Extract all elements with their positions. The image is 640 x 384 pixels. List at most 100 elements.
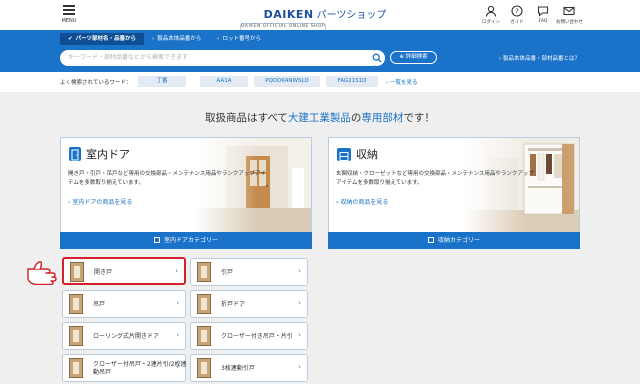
page-headline: 取扱商品はすべて大建工業製品の専用部材です！ (0, 110, 640, 125)
advanced-search-label: 詳細検索 (405, 54, 428, 60)
subcategory-rolling-door[interactable]: ローリング式片開きドア › (62, 322, 186, 350)
header-icons: ログイン ? ガイド FAQ お問い合わせ (478, 5, 583, 25)
chevron-right-icon: › (175, 267, 178, 275)
card-title: 収納 (337, 146, 378, 162)
subcategory-label: 3枚連動引戸 (221, 365, 255, 372)
svg-text:?: ? (515, 8, 519, 16)
collapse-icon (153, 237, 160, 243)
storage-icon (337, 147, 351, 161)
see-all-label: 一覧を見る (389, 80, 418, 86)
tab-product-number[interactable]: › 製品本体品番から (144, 33, 209, 45)
category-toggle-interior-door[interactable]: 室内ドアカテゴリー (60, 232, 312, 249)
contact-button[interactable]: お問い合わせ (556, 5, 583, 25)
subcategory-closer-hanging-door[interactable]: クローザー付き吊戸・片引 › (190, 322, 308, 350)
faq-button[interactable]: FAQ (530, 5, 556, 25)
subcategory-sliding-door[interactable]: 引戸 › (190, 258, 308, 286)
search-placeholder: キーワード・部材品番などから検索できます (68, 54, 189, 61)
subcategory-label: クローザー付吊戸・2連片引/2枚連動吊戸 (93, 361, 187, 376)
category-toggle-storage[interactable]: 収納カテゴリー (328, 232, 580, 249)
door-thumbnail (197, 326, 211, 346)
category-toggle-label: 収納カテゴリー (437, 237, 480, 244)
search-input[interactable]: キーワード・部材品番などから検索できます (60, 50, 380, 66)
faq-icon (537, 6, 549, 17)
guide-icon: ? (511, 5, 523, 17)
tab-label: パーツ部材名・品番から (75, 36, 137, 42)
subcategory-closer-two-panel[interactable]: クローザー付吊戸・2連片引/2枚連動吊戸 › (62, 354, 187, 382)
keyword-chip[interactable]: PQDDK4NWSLD (254, 76, 320, 87)
login-icon (485, 5, 497, 17)
headline-parts: 専用部材 (361, 112, 404, 124)
subcategory-label: ローリング式片開きドア (93, 333, 160, 340)
subcategory-label: 吊戸 (93, 301, 106, 308)
contact-label: お問い合わせ (556, 20, 583, 25)
tab-label: ロット番号から (222, 36, 261, 42)
chevron-right-icon: › (298, 363, 301, 371)
advanced-search-button[interactable]: ⊕ 詳細検索 (390, 51, 437, 64)
chevron-right-icon: › (298, 267, 301, 275)
chevron-right-icon: › (176, 363, 179, 371)
search-button[interactable] (369, 50, 385, 66)
check-icon: ✔ (68, 36, 73, 42)
card-link[interactable]: › 収納の商品を見る (336, 197, 388, 206)
door-icon (69, 147, 81, 161)
card-title: 室内ドア (69, 146, 130, 162)
site-name: パーツショップ (316, 10, 387, 21)
help-link-label: 製品本体品番・部材品番とは？ (502, 56, 580, 62)
pointing-hand-icon (27, 261, 57, 285)
frequent-label: よく検索されているワード： (60, 80, 132, 86)
search-icon (372, 53, 382, 63)
chevron-right-icon: › (298, 299, 301, 307)
category-card-interior-door[interactable]: 室内ドア 開き戸・引戸・吊戸など専用の交換部品・メンテナンス用品やランクアップア… (60, 137, 312, 233)
card-link[interactable]: › 室内ドアの商品を見る (68, 197, 132, 206)
site-header: MENU DAIKEN パーツショップ DAIKEN OFFICIAL ONLIN… (0, 0, 640, 51)
category-toggle-label: 室内ドアカテゴリー (163, 237, 218, 244)
door-thumbnail (197, 262, 211, 282)
headline-brand: 大建工業製品 (287, 112, 351, 124)
door-thumbnail (69, 294, 83, 314)
keyword-chip[interactable]: FAG21S1D (326, 76, 378, 87)
subcategory-label: 引戸 (221, 269, 234, 276)
card-title-text: 室内ドア (86, 148, 130, 161)
see-all-link[interactable]: › 一覧を見る (386, 78, 417, 86)
frequent-words: よく検索されているワード： 丁番 AA1A PQDDK4NWSLD FAG21S… (0, 72, 640, 92)
card-title-text: 収納 (356, 148, 378, 161)
chevron-right-icon: › (176, 299, 179, 307)
faq-label: FAQ (538, 19, 548, 24)
card-link-label: 収納の商品を見る (340, 199, 389, 206)
chevron-right-icon: › (176, 331, 179, 339)
menu-button[interactable]: MENU (58, 5, 80, 24)
search-tabs: ✔ パーツ部材名・品番から › 製品本体品番から › ロット番号から (60, 33, 269, 45)
search-bar: ✔ パーツ部材名・品番から › 製品本体品番から › ロット番号から キーワード・部材… (0, 30, 640, 72)
door-thumbnail (69, 358, 83, 378)
headline-text: 取扱商品はすべて (205, 112, 288, 124)
tab-lot-number[interactable]: › ロット番号から (209, 33, 269, 45)
expand-icon (427, 237, 434, 243)
category-card-storage[interactable]: 収納 玄関収納・クローゼットなど専用の交換部品・メンテナンス用品やランクアップア… (328, 137, 580, 233)
login-button[interactable]: ログイン (478, 5, 504, 25)
tab-parts-name[interactable]: ✔ パーツ部材名・品番から (60, 33, 145, 45)
headline-text: の (350, 112, 362, 124)
subcategory-hanging-door[interactable]: 吊戸 › (62, 290, 186, 318)
subcategory-folding-door[interactable]: 折戸ドア › (190, 290, 308, 318)
card-link-label: 室内ドアの商品を見る (72, 199, 133, 206)
door-thumbnail (70, 262, 84, 282)
brand-logo: DAIKEN (263, 8, 314, 21)
keyword-chip[interactable]: 丁番 (138, 76, 186, 87)
chevron-right-icon: › (152, 36, 155, 42)
door-thumbnail (69, 326, 83, 346)
keyword-chip[interactable]: AA1A (200, 76, 248, 87)
hamburger-icon (63, 5, 75, 15)
guide-button[interactable]: ? ガイド (504, 5, 530, 25)
contact-icon (563, 6, 575, 16)
number-help-link[interactable]: › 製品本体品番・部材品番とは？ (499, 54, 580, 62)
subcategory-hinged-door[interactable]: 開き戸 › (62, 257, 186, 285)
door-thumbnail (197, 358, 211, 378)
door-thumbnail (197, 294, 211, 314)
chevron-right-icon: › (298, 331, 301, 339)
card-description: 開き戸・引戸・吊戸など専用の交換部品・メンテナンス用品やランクアップアイテムを多… (68, 171, 266, 186)
menu-label: MENU (61, 18, 77, 24)
subcategory-three-panel[interactable]: 3枚連動引戸 › (190, 354, 308, 382)
card-description: 玄関収納・クローゼットなど専用の交換部品・メンテナンス用品やランクアップアイテム… (336, 171, 534, 186)
subcategory-label: クローザー付き吊戸・片引 (221, 333, 293, 340)
site-logo[interactable]: DAIKEN パーツショップ DAIKEN OFFICIAL ONLINE SHO… (240, 3, 410, 51)
